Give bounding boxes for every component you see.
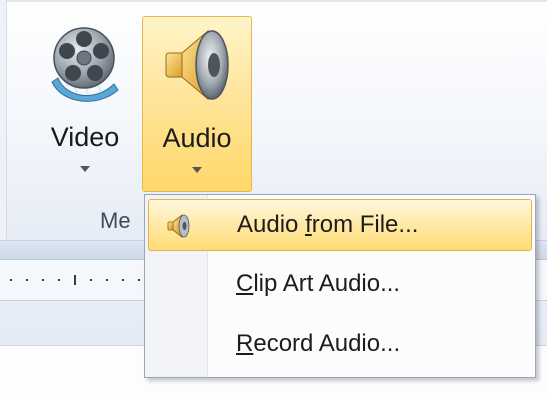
speaker-icon bbox=[165, 29, 229, 101]
menu-item-clip-art-audio[interactable]: Clip Art Audio... bbox=[148, 259, 532, 311]
video-dropdown-arrow-icon bbox=[80, 166, 90, 172]
video-button[interactable]: Video bbox=[30, 16, 140, 192]
audio-dropdown-arrow-icon bbox=[192, 167, 202, 173]
audio-dropdown-menu: Audio from File... Clip Art Audio... Rec… bbox=[144, 194, 536, 378]
menu-item-label: Clip Art Audio... bbox=[236, 270, 401, 297]
ribbon-top-border bbox=[0, 0, 547, 2]
audio-button[interactable]: Audio bbox=[142, 16, 252, 192]
video-button-label: Video bbox=[50, 122, 120, 152]
menu-item-audio-from-file[interactable]: Audio from File... bbox=[148, 199, 532, 251]
ribbon-group-label: Me bbox=[100, 208, 131, 233]
film-reel-icon bbox=[51, 27, 119, 102]
ribbon-left-edge bbox=[0, 0, 7, 240]
speaker-icon bbox=[167, 214, 190, 238]
menu-item-record-audio[interactable]: Record Audio... bbox=[148, 319, 532, 371]
ruler-ticks bbox=[10, 275, 140, 285]
audio-button-label: Audio bbox=[162, 123, 232, 153]
menu-item-label: Audio from File... bbox=[237, 211, 419, 238]
menu-item-label: Record Audio... bbox=[236, 330, 401, 357]
